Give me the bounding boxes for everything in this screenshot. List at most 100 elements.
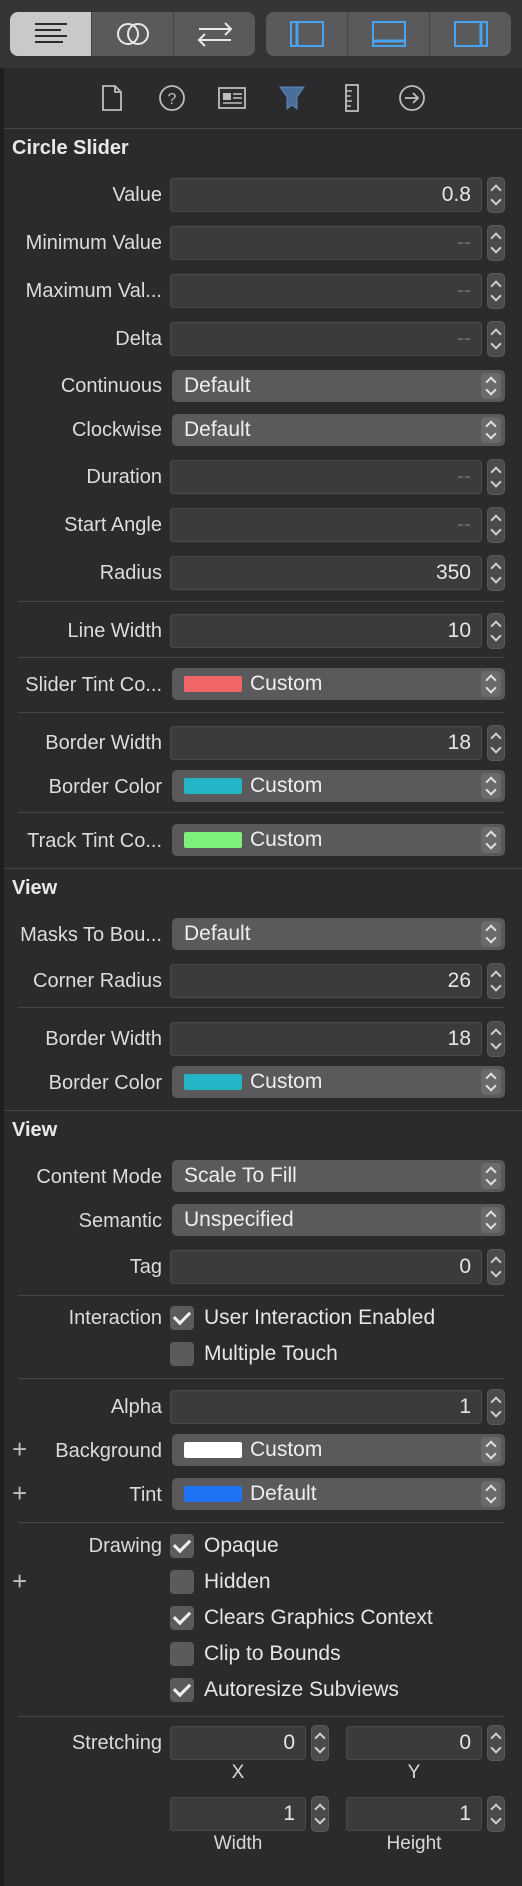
track-tint-swatch xyxy=(184,832,242,848)
radius-stepper[interactable] xyxy=(487,555,505,591)
chevron-updown-icon xyxy=(481,1437,501,1463)
line-width-stepper[interactable] xyxy=(487,613,505,649)
border-color-swatch xyxy=(184,778,242,794)
stretching-height-field[interactable]: 1 xyxy=(346,1797,482,1831)
line-width-field[interactable]: 10 xyxy=(170,614,482,648)
separator xyxy=(18,657,504,658)
arrows-button[interactable] xyxy=(174,12,255,56)
separator xyxy=(4,128,522,129)
inspector-tabs: ? xyxy=(4,68,522,128)
separator xyxy=(18,601,504,602)
separator xyxy=(18,1007,504,1008)
separator xyxy=(4,1110,522,1111)
separator xyxy=(18,1295,504,1296)
delta-field[interactable]: -- xyxy=(170,322,482,356)
drawing-plus-button[interactable]: + xyxy=(12,1566,27,1597)
track-tint-popup[interactable]: Custom xyxy=(172,824,505,856)
start-angle-field[interactable]: -- xyxy=(170,508,482,542)
stretching-height-stepper[interactable] xyxy=(487,1796,505,1832)
slider-tint-value: Custom xyxy=(250,672,323,695)
connections-inspector-tab[interactable] xyxy=(396,82,428,114)
delta-stepper[interactable] xyxy=(487,321,505,357)
tint-value: Default xyxy=(250,1482,317,1505)
delta-label: Delta xyxy=(115,328,162,350)
stretching-x-stepper[interactable] xyxy=(311,1725,329,1761)
masks-to-bounds-popup[interactable]: Default xyxy=(172,918,505,950)
content-mode-value: Scale To Fill xyxy=(184,1164,297,1187)
view-border-color-popup[interactable]: Custom xyxy=(172,1066,505,1098)
slider-tint-popup[interactable]: Custom xyxy=(172,668,505,700)
alpha-field[interactable]: 1 xyxy=(170,1390,482,1424)
duration-field[interactable]: -- xyxy=(170,460,482,494)
stretching-y-stepper[interactable] xyxy=(487,1725,505,1761)
autoresize-subviews-checkbox[interactable] xyxy=(170,1678,194,1702)
chevron-updown-icon xyxy=(481,1163,501,1189)
stretching-x-field[interactable]: 0 xyxy=(170,1726,306,1760)
semantic-popup[interactable]: Unspecified xyxy=(172,1204,505,1236)
alpha-label: Alpha xyxy=(110,1396,162,1418)
background-plus-button[interactable]: + xyxy=(12,1434,27,1465)
minimum-value-field[interactable]: -- xyxy=(170,226,482,260)
file-icon xyxy=(102,85,122,111)
lines-button[interactable] xyxy=(10,12,92,56)
tint-plus-button[interactable]: + xyxy=(12,1478,27,1509)
clockwise-popup[interactable]: Default xyxy=(172,414,505,446)
continuous-popup[interactable]: Default xyxy=(172,370,505,402)
stretching-width-stepper[interactable] xyxy=(311,1796,329,1832)
stretching-x-caption: X xyxy=(231,1762,245,1783)
right-panel-icon xyxy=(453,21,488,47)
editor-mode-segment xyxy=(10,12,255,56)
hidden-checkbox[interactable] xyxy=(170,1570,194,1594)
start-angle-stepper[interactable] xyxy=(487,507,505,543)
right-panel-button[interactable] xyxy=(430,12,511,56)
autoresize-subviews-label: Autoresize Subviews xyxy=(204,1678,399,1701)
value-field[interactable]: 0.8 xyxy=(170,178,482,212)
corner-radius-field[interactable]: 26 xyxy=(170,964,482,998)
view-border-width-label: Border Width xyxy=(45,1028,162,1050)
border-width-label: Border Width xyxy=(45,732,162,754)
tag-stepper[interactable] xyxy=(487,1249,505,1285)
lines-icon xyxy=(34,23,67,43)
tag-field[interactable]: 0 xyxy=(170,1250,482,1284)
duration-label: Duration xyxy=(86,466,162,488)
bottom-panel-button[interactable] xyxy=(348,12,430,56)
minimum-value-stepper[interactable] xyxy=(487,225,505,261)
size-inspector-tab[interactable] xyxy=(336,82,368,114)
radius-field[interactable]: 350 xyxy=(170,556,482,590)
view-border-width-field[interactable]: 18 xyxy=(170,1022,482,1056)
border-color-popup[interactable]: Custom xyxy=(172,770,505,802)
value-stepper[interactable] xyxy=(487,177,505,213)
tint-popup[interactable]: Default xyxy=(172,1478,505,1510)
view-border-color-label: Border Color xyxy=(48,1072,162,1094)
separator xyxy=(18,1522,504,1523)
semantic-value: Unspecified xyxy=(184,1208,294,1231)
identity-inspector-tab[interactable] xyxy=(216,82,248,114)
help-inspector-tab[interactable]: ? xyxy=(156,82,188,114)
chevron-updown-icon xyxy=(481,1207,501,1233)
alpha-stepper[interactable] xyxy=(487,1389,505,1425)
duration-stepper[interactable] xyxy=(487,459,505,495)
view-border-width-stepper[interactable] xyxy=(487,1021,505,1057)
drawing-label: Drawing xyxy=(88,1535,162,1557)
clears-graphics-checkbox[interactable] xyxy=(170,1606,194,1630)
multiple-touch-checkbox[interactable] xyxy=(170,1342,194,1366)
attributes-inspector-tab[interactable] xyxy=(276,82,308,114)
clip-to-bounds-checkbox[interactable] xyxy=(170,1642,194,1666)
chevron-updown-icon xyxy=(481,773,501,799)
background-popup[interactable]: Custom xyxy=(172,1434,505,1466)
stretching-y-field[interactable]: 0 xyxy=(346,1726,482,1760)
stretching-width-field[interactable]: 1 xyxy=(170,1797,306,1831)
content-mode-popup[interactable]: Scale To Fill xyxy=(172,1160,505,1192)
user-interaction-checkbox[interactable] xyxy=(170,1306,194,1330)
border-width-stepper[interactable] xyxy=(487,725,505,761)
left-panel-button[interactable] xyxy=(266,12,348,56)
arrows-icon xyxy=(197,22,232,47)
opaque-checkbox[interactable] xyxy=(170,1534,194,1558)
border-width-field[interactable]: 18 xyxy=(170,726,482,760)
file-inspector-tab[interactable] xyxy=(96,82,128,114)
maximum-value-stepper[interactable] xyxy=(487,273,505,309)
circles-button[interactable] xyxy=(92,12,174,56)
corner-radius-stepper[interactable] xyxy=(487,963,505,999)
maximum-value-field[interactable]: -- xyxy=(170,274,482,308)
identity-icon xyxy=(218,87,246,109)
